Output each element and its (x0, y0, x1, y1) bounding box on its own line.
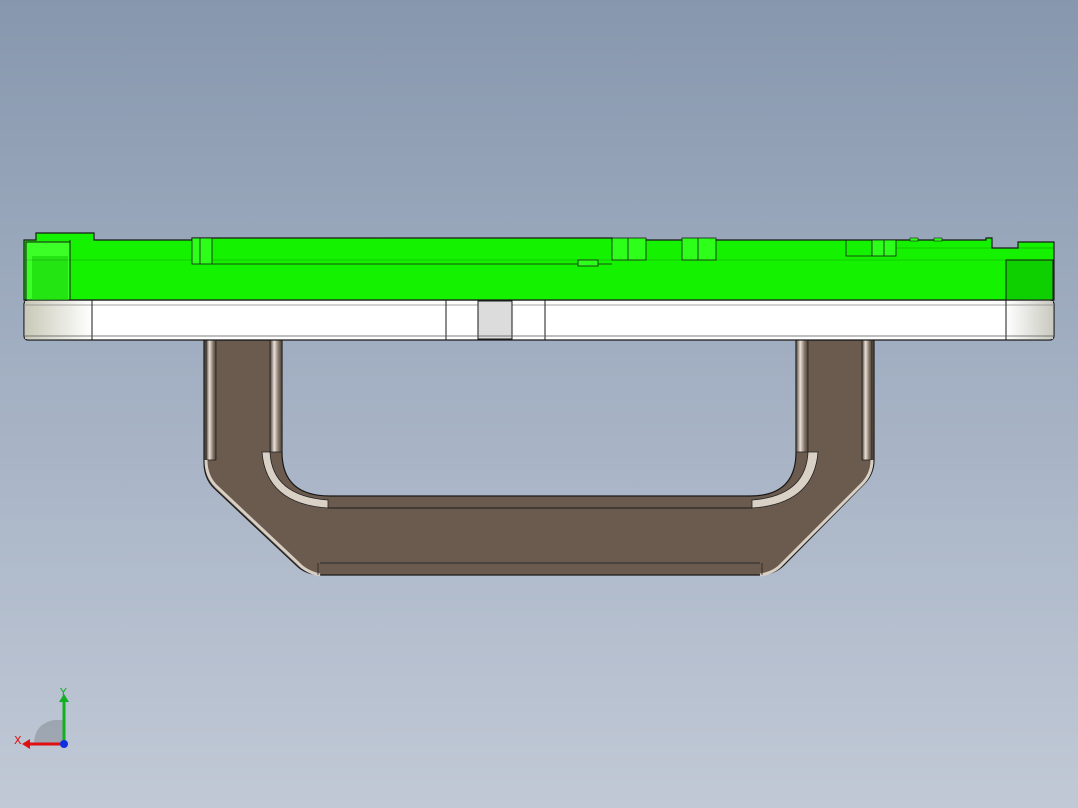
base-plate[interactable] (23, 299, 1055, 341)
y-axis-label: Y (59, 686, 67, 699)
handle[interactable] (203, 339, 875, 577)
z-axis-dot (60, 740, 68, 748)
graphics-viewport[interactable]: Y X (0, 0, 1078, 808)
coordinate-triad: Y X (14, 686, 69, 749)
model-view[interactable] (0, 0, 1078, 808)
x-axis-arrowhead (22, 739, 30, 749)
x-axis-label: X (14, 734, 22, 747)
triad-plane-icon (34, 720, 64, 744)
top-plate[interactable] (23, 232, 1055, 301)
